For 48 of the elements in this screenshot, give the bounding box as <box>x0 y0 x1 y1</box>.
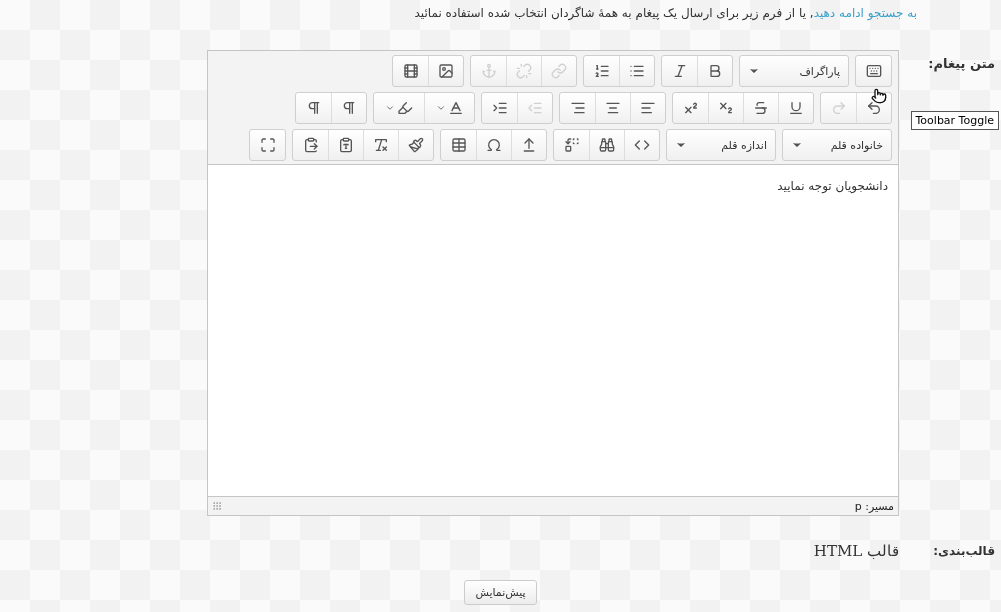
link-icon <box>551 63 567 79</box>
clipboard-icon <box>302 137 319 153</box>
caret-icon <box>385 103 395 113</box>
replace-icon <box>563 137 580 153</box>
indent-icon <box>491 100 508 116</box>
table-icon <box>450 137 467 153</box>
align-center-icon <box>605 100 621 116</box>
numbered-list-icon <box>593 63 610 79</box>
redo-icon <box>830 100 847 116</box>
editor-content[interactable]: دانشجویان توجه نمایید <box>208 165 898 496</box>
subscript-icon <box>718 100 734 116</box>
font-select[interactable]: اندازه قلم <box>666 129 776 161</box>
hand-cursor-icon <box>871 88 887 104</box>
tooltip: Toolbar Toggle <box>910 111 999 130</box>
resize-handle-icon[interactable] <box>212 501 222 511</box>
format-value: قالب HTML <box>812 542 899 560</box>
clipboard-text-icon <box>338 137 354 153</box>
intro-text: به جستجو ادامه دهید, یا از فرم زیر برای ارسال یک پیغام به همهٔ شاگردان انتخاب شده استفاده نمائید <box>413 5 918 23</box>
strikethrough-icon <box>753 100 769 116</box>
font-select[interactable]: پاراگراف <box>739 55 849 87</box>
message-label: متن پیغام: <box>927 55 996 71</box>
highlighter-icon <box>397 100 413 116</box>
keyboard-icon <box>865 63 882 79</box>
omega-icon <box>486 137 502 153</box>
anchor-icon <box>480 63 497 79</box>
undo-icon <box>866 100 882 116</box>
bullet-list-icon <box>629 63 645 79</box>
binoculars-icon <box>599 137 615 153</box>
underline-icon <box>788 100 804 116</box>
broken-link-icon <box>516 63 532 79</box>
pilcrow-icon <box>341 100 357 116</box>
fullscreen-icon <box>259 137 276 153</box>
image-icon <box>438 63 454 79</box>
paintbrush-icon <box>408 137 424 153</box>
align-left-icon <box>640 100 656 116</box>
element-path: مسیر: p <box>854 499 894 513</box>
superscript-icon <box>682 100 699 116</box>
format-label: قالب‌بندی: <box>932 544 996 558</box>
code-icon <box>634 137 650 153</box>
text-color-icon <box>447 100 464 116</box>
film-icon <box>402 63 419 79</box>
bold-icon <box>707 63 723 79</box>
font-select[interactable]: خانواده قلم <box>782 129 892 161</box>
preview-button[interactable]: پیش‌نمایش <box>464 580 537 605</box>
align-right-icon <box>569 100 586 116</box>
clear-formatting-icon <box>373 137 389 153</box>
caret-icon <box>435 103 446 113</box>
outdent-icon <box>527 100 543 116</box>
